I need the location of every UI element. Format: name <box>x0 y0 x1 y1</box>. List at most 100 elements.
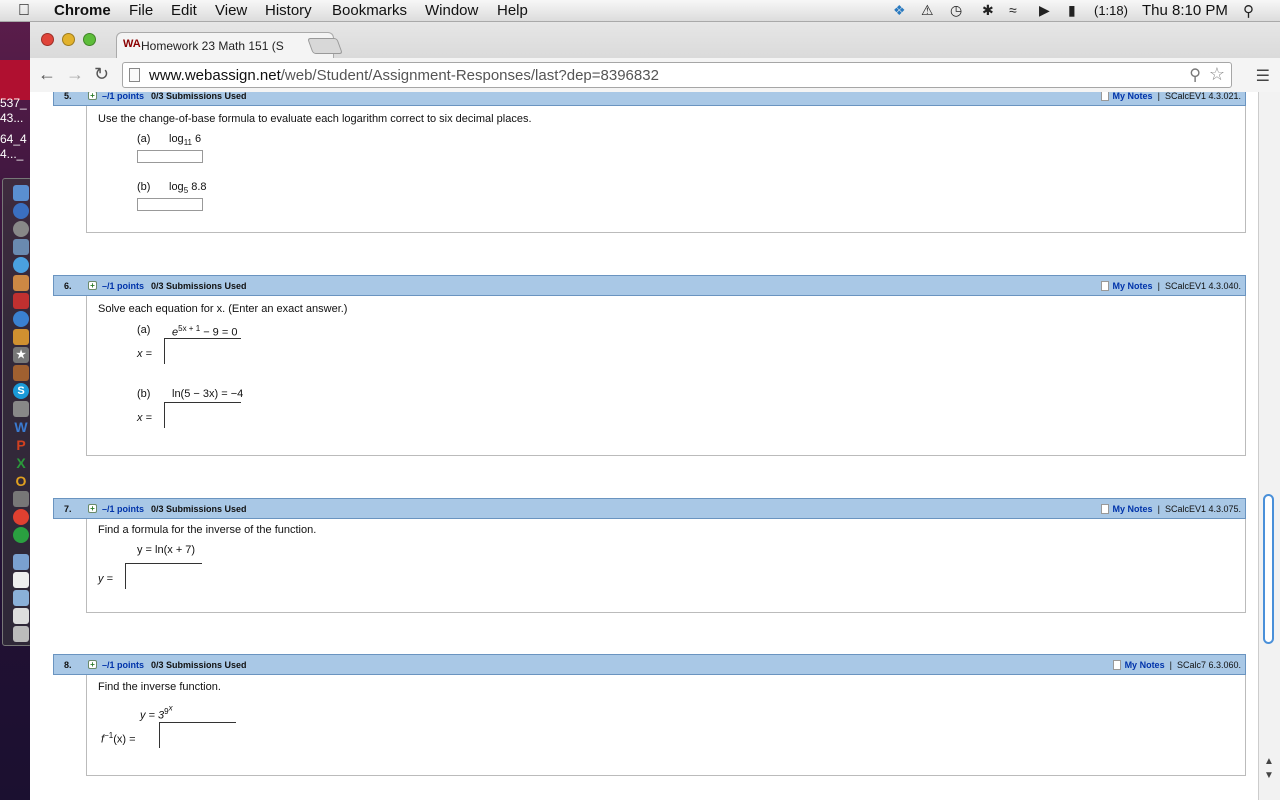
question-header: 6. + –/1 points 0/3 Submissions Used My … <box>53 275 1246 296</box>
apple-icon[interactable]:  <box>18 2 30 20</box>
part-label: (a) <box>137 133 151 145</box>
math-expression: y = 39x <box>140 703 173 722</box>
wifi-icon[interactable]: ≈ <box>1009 2 1017 18</box>
menu-file[interactable]: File <box>129 2 153 19</box>
safari-icon[interactable] <box>13 257 29 273</box>
points-link[interactable]: –/1 points <box>102 281 144 291</box>
powerpoint-icon[interactable]: P <box>13 437 29 453</box>
page-content: 5. + –/1 points 0/3 Submissions Used My … <box>30 92 1258 800</box>
tab-homework[interactable]: WA Homework 23 Math 151 (S × <box>116 32 334 58</box>
answer-label: f−1(x) = <box>101 731 136 746</box>
separator: | <box>1157 504 1160 514</box>
answer-label: y = <box>98 573 113 585</box>
volume-icon[interactable]: ▶ <box>1039 2 1050 19</box>
my-notes-link[interactable]: My Notes <box>1113 92 1153 101</box>
question-header: 8. + –/1 points 0/3 Submissions Used My … <box>53 654 1246 675</box>
document-icon-2[interactable] <box>13 608 29 624</box>
system-prefs-icon[interactable] <box>13 221 29 237</box>
trash-icon[interactable] <box>13 626 29 642</box>
answer-input-6a[interactable] <box>164 338 241 364</box>
my-notes-link[interactable]: My Notes <box>1113 281 1153 291</box>
utility-icon[interactable] <box>13 401 29 417</box>
dropbox-icon[interactable]: ❖ <box>893 2 906 19</box>
clock[interactable]: Thu 8:10 PM <box>1142 2 1228 19</box>
spotify-icon[interactable] <box>13 527 29 543</box>
my-notes-link[interactable]: My Notes <box>1125 660 1165 670</box>
math-expression: e5x + 1 − 9 = 0 <box>172 324 238 339</box>
time-machine-icon[interactable]: ◷ <box>950 2 962 19</box>
star-app-icon[interactable]: ★ <box>13 347 29 363</box>
forward-arrow-icon[interactable]: → <box>66 64 84 85</box>
folder-icon-2[interactable] <box>13 590 29 606</box>
points-link[interactable]: –/1 points <box>102 92 144 101</box>
word-icon[interactable]: W <box>13 419 29 435</box>
iphoto-icon[interactable] <box>13 329 29 345</box>
battery-icon[interactable]: ▮ <box>1068 2 1076 19</box>
alert-icon[interactable]: ⚠ <box>921 2 934 19</box>
webassign-favicon: WA <box>123 38 141 50</box>
bluetooth-icon[interactable]: ✱ <box>982 2 994 19</box>
minimize-window-button[interactable] <box>62 33 75 46</box>
points-link[interactable]: –/1 points <box>102 504 144 514</box>
url-host: www.webassign.net <box>149 67 281 84</box>
menu-help[interactable]: Help <box>497 2 528 19</box>
close-window-button[interactable] <box>41 33 54 46</box>
scrollbar-thumb[interactable] <box>1263 494 1274 644</box>
document-icon[interactable] <box>13 572 29 588</box>
photo-icon[interactable] <box>13 275 29 291</box>
page-icon <box>129 68 140 82</box>
calendar-icon[interactable] <box>13 293 29 309</box>
question-meta: My Notes | SCalcEV1 4.3.040. <box>1100 281 1241 291</box>
app-store-icon[interactable] <box>13 203 29 219</box>
question-source: SCalcEV1 4.3.075. <box>1164 504 1241 514</box>
vertical-scrollbar[interactable]: ▲ ▼ <box>1258 92 1280 800</box>
question-6: 6. + –/1 points 0/3 Submissions Used My … <box>53 275 1246 296</box>
chrome-menu-icon[interactable]: ☰ <box>1256 66 1270 86</box>
scroll-down-arrow-icon[interactable]: ▼ <box>1264 770 1274 781</box>
desktop-file-label: 43... <box>0 111 24 125</box>
question-source: SCalcEV1 4.3.040. <box>1164 281 1241 291</box>
new-tab-button[interactable] <box>307 38 343 54</box>
garageband-icon[interactable] <box>13 365 29 381</box>
skype-icon[interactable]: S <box>13 383 29 399</box>
expand-icon[interactable]: + <box>88 660 97 669</box>
answer-label: x = <box>137 412 152 424</box>
address-bar[interactable]: www.webassign.net/web/Student/Assignment… <box>122 62 1232 88</box>
answer-input-6b[interactable] <box>164 402 241 428</box>
reload-icon[interactable]: ↻ <box>94 64 109 85</box>
finder-icon[interactable] <box>13 185 29 201</box>
expand-icon[interactable]: + <box>88 92 97 100</box>
menu-bookmarks[interactable]: Bookmarks <box>332 2 407 19</box>
separator: | <box>1169 660 1172 670</box>
submissions-count: 0/3 Submissions Used <box>151 281 247 291</box>
search-icon[interactable]: ⚲ <box>1189 65 1201 85</box>
menu-edit[interactable]: Edit <box>171 2 197 19</box>
menu-app-chrome[interactable]: Chrome <box>54 2 111 19</box>
excel-icon[interactable]: X <box>13 455 29 471</box>
points-link[interactable]: –/1 points <box>102 660 144 670</box>
submissions-count: 0/3 Submissions Used <box>151 504 247 514</box>
outlook-icon[interactable]: O <box>13 473 29 489</box>
zoom-window-button[interactable] <box>83 33 96 46</box>
answer-input-7[interactable] <box>125 563 202 589</box>
my-notes-link[interactable]: My Notes <box>1113 504 1153 514</box>
desktop-thumbnail[interactable] <box>0 60 30 100</box>
bookmark-star-icon[interactable]: ☆ <box>1209 64 1225 85</box>
answer-input-8[interactable] <box>159 722 236 748</box>
back-arrow-icon[interactable]: ← <box>38 64 56 85</box>
expand-icon[interactable]: + <box>88 504 97 513</box>
answer-input-5b[interactable] <box>137 198 203 211</box>
menu-view[interactable]: View <box>215 2 247 19</box>
chrome-icon[interactable] <box>13 509 29 525</box>
preview-icon[interactable] <box>13 239 29 255</box>
answer-input-5a[interactable] <box>137 150 203 163</box>
desktop-file-label: 4..._ <box>0 147 24 161</box>
menu-window[interactable]: Window <box>425 2 478 19</box>
scroll-up-arrow-icon[interactable]: ▲ <box>1264 756 1274 767</box>
expand-icon[interactable]: + <box>88 281 97 290</box>
menu-history[interactable]: History <box>265 2 312 19</box>
utility-icon-2[interactable] <box>13 491 29 507</box>
itunes-icon[interactable] <box>13 311 29 327</box>
folder-icon[interactable] <box>13 554 29 570</box>
spotlight-icon[interactable]: ⚲ <box>1243 2 1254 20</box>
